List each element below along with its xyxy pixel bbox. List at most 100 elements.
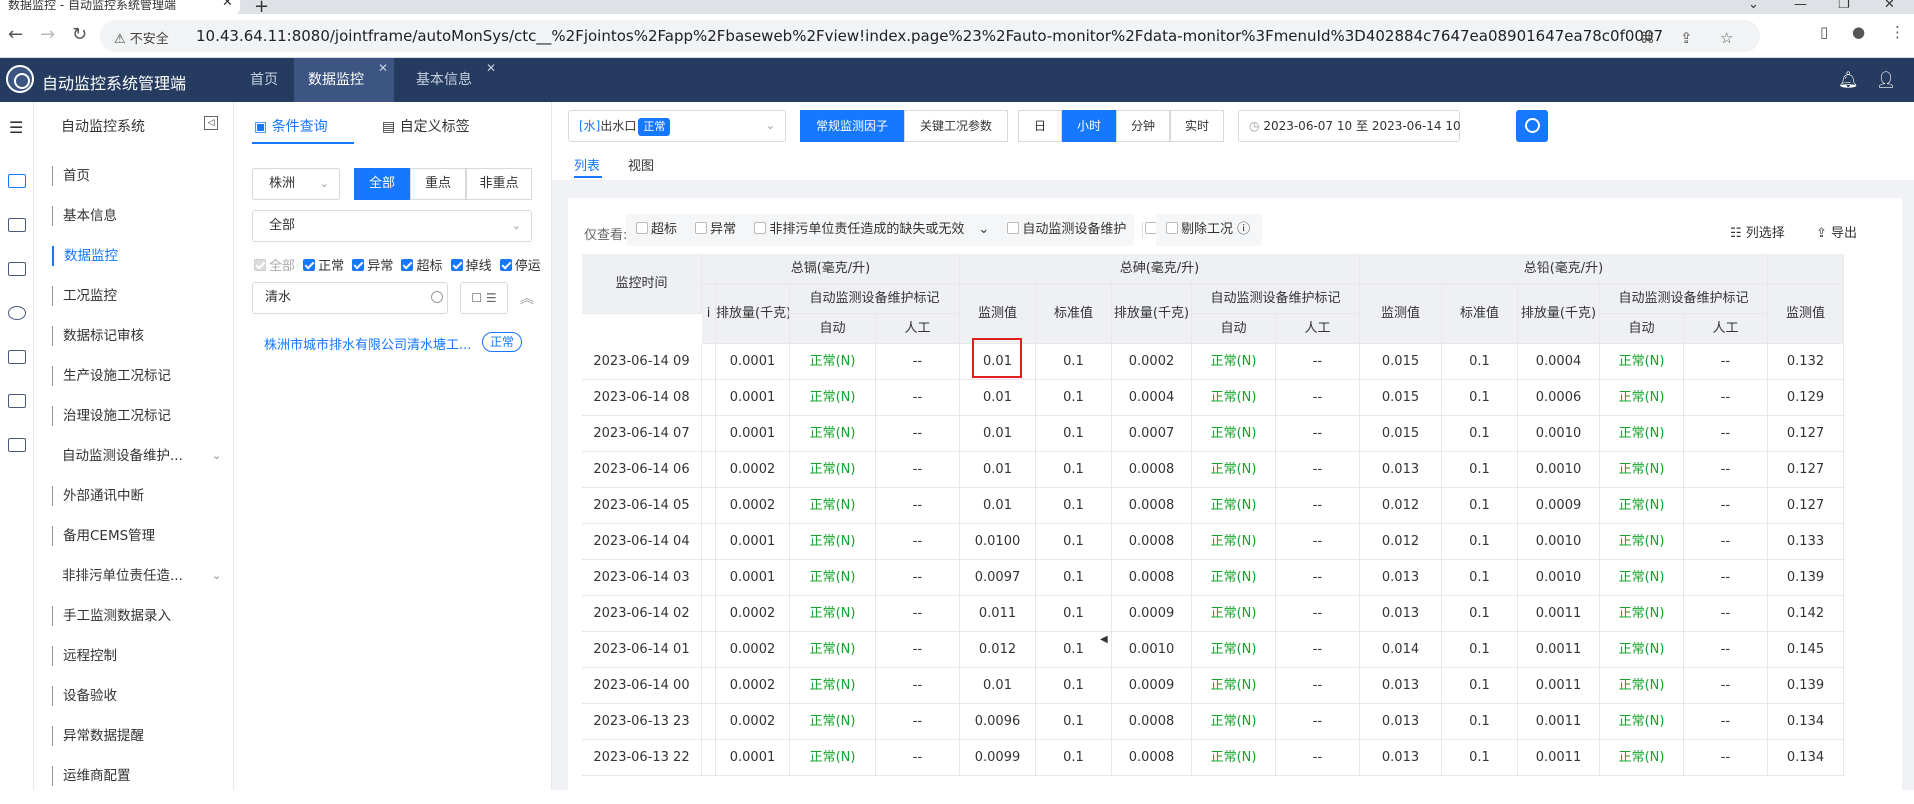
menu-item-manual-entry[interactable]: 手工监测数据录入 — [52, 606, 171, 626]
settings-panel-icon[interactable] — [8, 218, 26, 232]
minimize-icon[interactable]: — — [1794, 0, 1807, 12]
export-button[interactable]: ⇪ 导出 — [1816, 222, 1857, 241]
menu-item-acceptance[interactable]: 设备验收 — [52, 686, 117, 706]
tab-view[interactable]: 视图 — [628, 155, 654, 174]
hamburger-menu-icon[interactable]: ☰ — [9, 118, 23, 137]
menu-item-backup-cems[interactable]: 备用CEMS管理 — [52, 526, 155, 546]
checkbox-abnormal[interactable] — [352, 259, 365, 271]
close-tab-icon[interactable]: ✕ — [378, 46, 388, 90]
user-icon[interactable]: 👤︎ — [1876, 70, 1896, 89]
factor-regular-button[interactable]: 常规监测因子 — [800, 110, 904, 142]
menu-item-comm-interrupt[interactable]: 外部通讯中断 — [52, 486, 144, 506]
restore-icon[interactable]: ❐ — [1838, 0, 1850, 12]
search-icon[interactable] — [431, 291, 443, 303]
collapse-icon[interactable]: ◁ — [204, 116, 218, 130]
seg-key-button[interactable]: 重点 — [410, 168, 466, 200]
seg-all-button[interactable]: 全部 — [354, 168, 410, 200]
sidebar-toggle-icon[interactable]: ▯ — [1820, 23, 1828, 41]
chevron-down-icon[interactable]: ⌄ — [978, 222, 989, 237]
close-tab-icon[interactable]: ✕ — [222, 0, 233, 9]
table-cell — [702, 596, 716, 632]
monitor-search-icon[interactable] — [8, 306, 26, 320]
table-cell-cd_man: -- — [876, 740, 960, 776]
tab-custom-label[interactable]: ▤ 自定义标签 — [382, 116, 470, 136]
station-list-item[interactable]: 株洲市城市排水有限公司清水塘工... — [264, 334, 471, 353]
checkbox-all[interactable] — [254, 259, 266, 271]
checkbox-exclude[interactable] — [1166, 222, 1178, 234]
forward-icon[interactable]: → — [40, 24, 55, 45]
menu-item-basic-info[interactable]: 基本信息 — [52, 206, 117, 226]
checkbox-select-all[interactable] — [1144, 222, 1157, 234]
type-select[interactable]: 全部 ⌄ — [252, 210, 532, 242]
menu-item-remote-control[interactable]: 远程控制 — [52, 646, 117, 666]
checkbox-exceed[interactable] — [401, 259, 414, 271]
tab-condition-query[interactable]: ▣ 条件查询 — [254, 116, 328, 136]
reload-icon[interactable]: ↻ — [72, 24, 87, 45]
checkbox-exceed-filter[interactable] — [636, 222, 648, 234]
tab-list[interactable]: 列表 — [574, 155, 600, 174]
menu-item-production-mark[interactable]: 生产设施工况标记 — [52, 366, 171, 386]
region-select[interactable]: 株洲 ⌄ — [252, 168, 340, 200]
share-icon[interactable]: ⇪ — [1680, 29, 1693, 47]
bookmark-star-icon[interactable]: ☆ — [1720, 29, 1733, 47]
help-icon[interactable]: ⓘ — [1237, 222, 1250, 237]
header-tab-data-monitor[interactable]: 数据监控 ✕ — [294, 58, 394, 102]
chevron-up-icon[interactable]: ︽ — [520, 288, 534, 308]
menu-item-operator-config[interactable]: 运维商配置 — [52, 766, 131, 786]
table-cell-as_auto: 正常(N) — [1192, 344, 1276, 380]
table-cell-pb_em: 0.0011 — [1518, 740, 1600, 776]
date-range-picker[interactable]: ◷ 2023-06-07 10 至 2023-06-14 10 — [1238, 110, 1461, 142]
close-tab-icon[interactable]: ✕ — [486, 46, 496, 90]
checkbox-abnormal-filter[interactable] — [695, 222, 708, 234]
checkbox-offline[interactable] — [450, 259, 463, 271]
seg-nonkey-button[interactable]: 非重点 — [466, 168, 532, 200]
chart-icon[interactable] — [8, 174, 26, 188]
outlet-select[interactable]: [水]出水口 正常 ⌄ — [568, 110, 786, 142]
checkbox-stopped[interactable] — [499, 259, 512, 271]
profile-icon[interactable]: ● — [1852, 23, 1865, 41]
menu-item-non-polluter[interactable]: 非排污单位责任造... ⌄ — [52, 566, 221, 586]
table-cell-pb_std: 0.1 — [1442, 452, 1518, 488]
table-cell-time: 2023-06-14 07 — [582, 416, 702, 452]
browser-tab[interactable]: 数据监控 - 自动监控系统管理端 ✕ — [0, 0, 240, 14]
table-cell-as_std: 0.1 — [1036, 416, 1112, 452]
check-icon[interactable] — [8, 262, 26, 276]
window-close-icon[interactable]: ✕ — [1884, 0, 1895, 12]
time-day-button[interactable]: 日 — [1018, 110, 1062, 142]
url-text[interactable]: 10.43.64.11:8080/jointframe/autoMonSys/c… — [196, 27, 1663, 45]
station-search-input[interactable]: 清水 — [252, 282, 448, 314]
header-tab-home[interactable]: 首页 — [236, 58, 292, 102]
column-select-button[interactable]: ☷ 列选择 — [1730, 222, 1785, 241]
time-realtime-button[interactable]: 实时 — [1170, 110, 1224, 142]
tree-toggle-button[interactable]: ☐ ☰ — [460, 282, 508, 314]
card-icon[interactable] — [8, 350, 26, 364]
tab-search-icon[interactable]: ⌄ — [1748, 0, 1759, 12]
checkbox-non-polluter-filter[interactable] — [754, 222, 767, 234]
collapse-panel-icon[interactable]: ◀ — [1100, 634, 1110, 664]
checkbox-maint-filter[interactable] — [1007, 222, 1020, 234]
list-config-icon[interactable] — [8, 438, 26, 452]
factor-key-condition-button[interactable]: 关键工况参数 — [904, 110, 1008, 142]
back-icon[interactable]: ← — [8, 24, 23, 45]
device-icon[interactable] — [8, 394, 26, 408]
header-tab-basic-info[interactable]: 基本信息 ✕ — [402, 58, 502, 102]
menu-item-home[interactable]: 首页 — [52, 166, 90, 186]
insecure-warning[interactable]: ⚠ 不安全 — [114, 28, 169, 47]
translate-icon[interactable]: ⌘ — [1640, 29, 1655, 47]
menu-item-treatment-mark[interactable]: 治理设施工况标记 — [52, 406, 171, 426]
app-header: 自动监控系统管理端 首页 数据监控 ✕ 基本信息 ✕ 🔔︎ 👤︎ — [0, 58, 1914, 102]
menu-item-device-maint[interactable]: 自动监测设备维护... ⌄ — [52, 446, 221, 466]
browser-menu-icon[interactable]: ⋮ — [1890, 23, 1905, 41]
checkbox-normal[interactable] — [303, 259, 316, 271]
bell-icon[interactable]: 🔔︎ — [1838, 70, 1858, 89]
time-hour-button[interactable]: 小时 — [1062, 110, 1116, 142]
search-button[interactable] — [1516, 110, 1548, 142]
url-bar[interactable]: ⚠ 不安全 10.43.64.11:8080/jointframe/autoMo… — [100, 20, 1760, 52]
table-cell-time: 2023-06-14 05 — [582, 488, 702, 524]
menu-item-work-monitor[interactable]: 工况监控 — [52, 286, 117, 306]
time-minute-button[interactable]: 分钟 — [1116, 110, 1170, 142]
menu-item-abnormal-alert[interactable]: 异常数据提醒 — [52, 726, 144, 746]
menu-item-data-mark-review[interactable]: 数据标记审核 — [52, 326, 144, 346]
menu-item-data-monitor[interactable]: 数据监控 — [52, 246, 118, 266]
exclude-condition[interactable]: 剔除工况 ⓘ — [1156, 214, 1262, 246]
